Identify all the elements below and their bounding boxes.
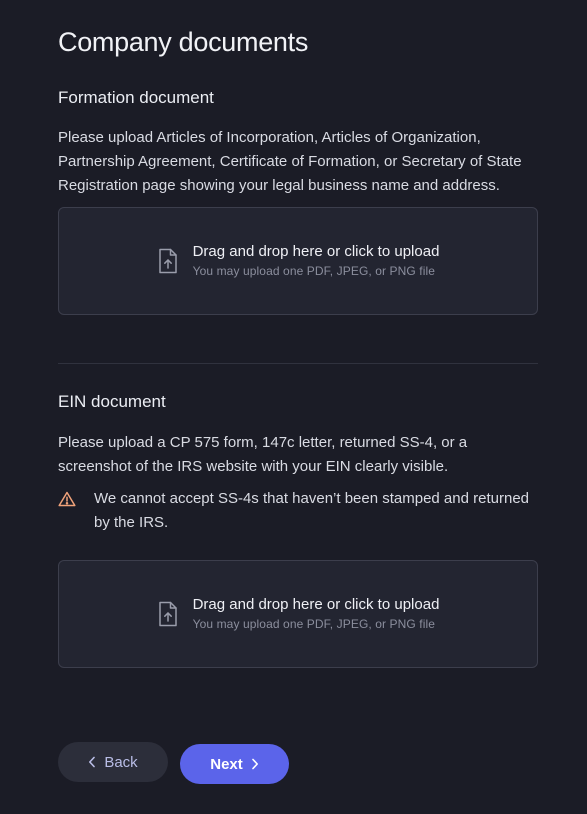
formation-document-title: Formation document: [58, 88, 214, 107]
ein-upload-dropzone[interactable]: Drag and drop here or click to upload Yo…: [58, 560, 538, 668]
nav-buttons: Back Next: [58, 740, 289, 784]
dropzone-content: Drag and drop here or click to upload Yo…: [157, 243, 440, 279]
back-button[interactable]: Back: [58, 742, 168, 782]
company-documents-page: Company documents Formation document Ple…: [0, 0, 587, 814]
formation-document-description: Please upload Articles of Incorporation,…: [58, 129, 522, 194]
dropzone-main-text: Drag and drop here or click to upload: [192, 243, 440, 260]
chevron-right-icon: [251, 758, 259, 770]
ein-warning: We cannot accept SS-4s that haven’t been…: [58, 487, 538, 535]
next-button[interactable]: Next: [180, 744, 289, 784]
formation-upload-dropzone[interactable]: Drag and drop here or click to upload Yo…: [58, 207, 538, 315]
dropzone-content: Drag and drop here or click to upload Yo…: [157, 596, 440, 632]
dropzone-text: Drag and drop here or click to upload Yo…: [193, 243, 440, 279]
ein-document-description: Please upload a CP 575 form, 147c letter…: [58, 434, 468, 475]
dropzone-hint-text: You may upload one PDF, JPEG, or PNG fil…: [192, 264, 436, 278]
file-upload-icon: [157, 601, 179, 627]
ein-warning-text: We cannot accept SS-4s that haven’t been…: [94, 490, 529, 531]
section-divider: [58, 363, 538, 364]
page-title: Company documents: [58, 27, 309, 57]
ein-document-section: EIN document Please upload a CP 575 form…: [58, 391, 538, 668]
ein-document-title: EIN document: [58, 392, 166, 411]
dropzone-main-text: Drag and drop here or click to upload: [192, 596, 440, 613]
dropzone-hint-text: You may upload one PDF, JPEG, or PNG fil…: [192, 617, 436, 631]
warning-icon: [58, 487, 80, 512]
chevron-left-icon: [88, 756, 96, 768]
back-button-label: Back: [104, 753, 138, 771]
next-button-label: Next: [210, 755, 243, 773]
formation-document-section: Formation document Please upload Article…: [58, 87, 538, 315]
file-upload-icon: [157, 248, 179, 274]
dropzone-text: Drag and drop here or click to upload Yo…: [193, 596, 440, 632]
